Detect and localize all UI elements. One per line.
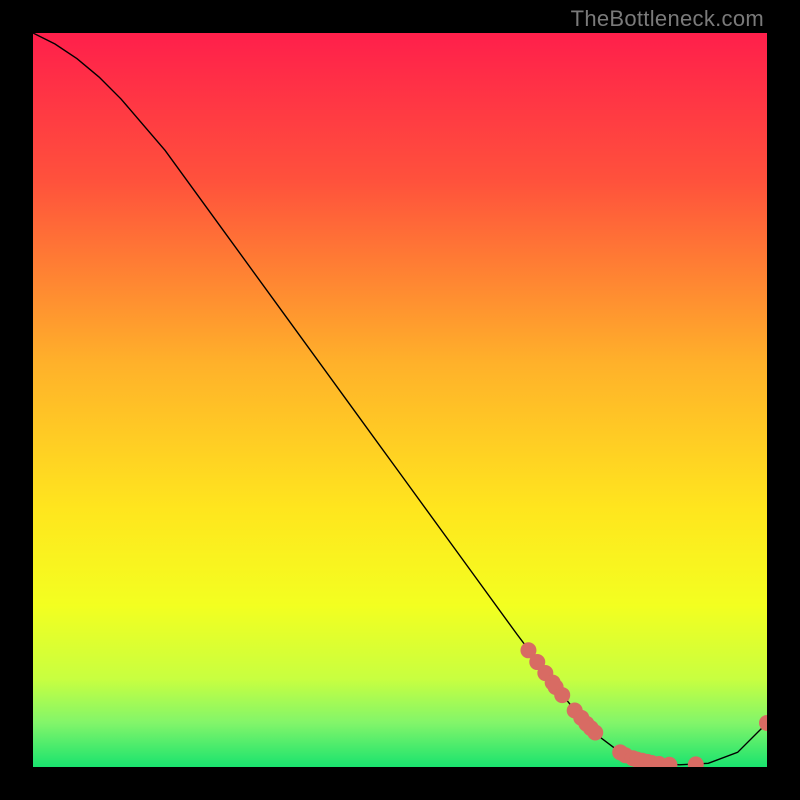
- data-marker: [587, 725, 603, 741]
- chart-stage: TheBottleneck.com: [0, 0, 800, 800]
- bottleneck-chart: [33, 33, 767, 767]
- data-marker: [554, 687, 570, 703]
- chart-background: [33, 33, 767, 767]
- watermark-label: TheBottleneck.com: [571, 6, 764, 32]
